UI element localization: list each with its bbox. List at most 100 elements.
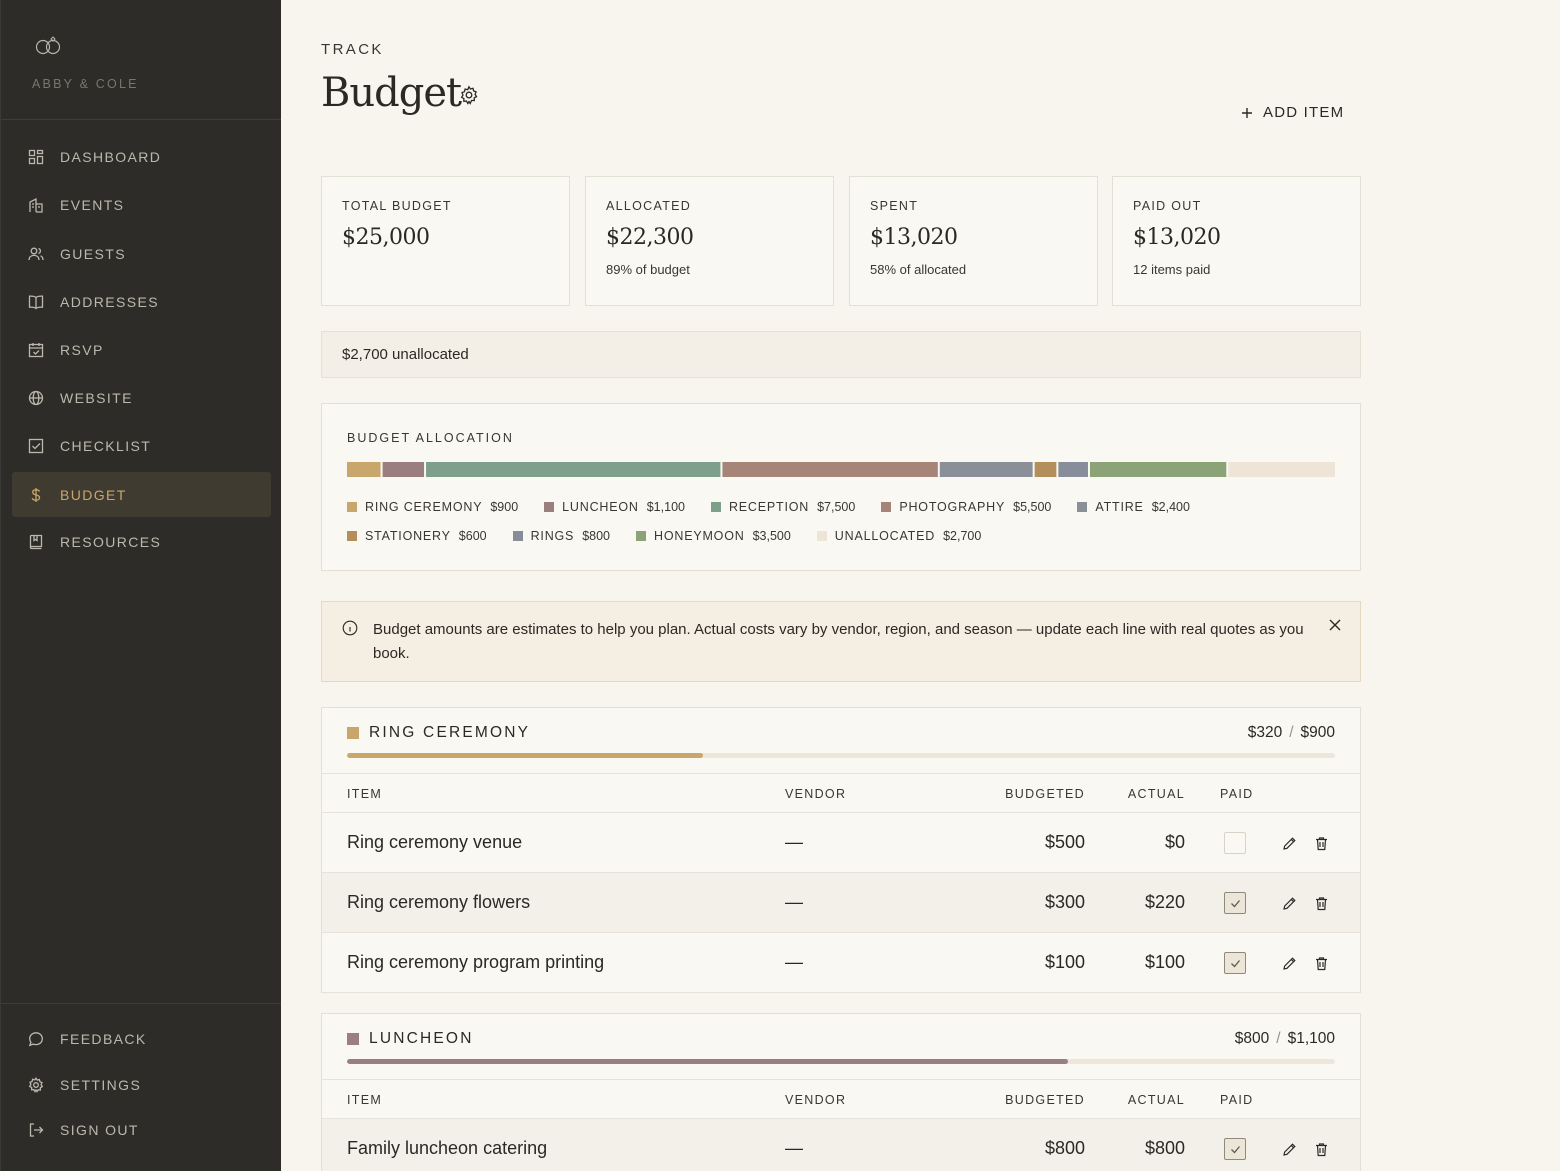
delete-icon[interactable] [1314,895,1329,911]
legend-item: RINGS $800 [512,527,610,544]
item-budgeted: $100 [1044,952,1085,972]
sidebar-item-budget[interactable]: BUDGET [12,472,271,517]
legend-label: PHOTOGRAPHY [899,499,1006,514]
sidebar-item-website[interactable]: WEBSITE [12,375,271,420]
book-icon [28,294,44,310]
dashboard-icon [28,149,44,165]
item-name: Family luncheon catering [347,1138,548,1158]
sidebar-item-addresses[interactable]: ADDRESSES [12,279,271,324]
item-actual: $100 [1144,952,1185,972]
allocation-segment-luncheon [382,462,425,477]
legend-label: RINGS [530,528,575,543]
sidebar-item-checklist[interactable]: CHECKLIST [12,423,271,468]
couple-name: ABBY & COLE [32,77,139,91]
chat-bubble-icon [28,1031,44,1047]
sidebar-item-label: GUESTS [60,245,126,262]
sidebar-item-dashboard[interactable]: DASHBOARD [12,134,271,179]
add-item-label: ADD ITEM [1263,104,1345,121]
item-actual: $800 [1144,1138,1185,1158]
category-header: RING CEREMONY [347,724,530,742]
category-totals: $320 / $900 [1248,724,1335,742]
paid-checkbox[interactable] [1224,832,1246,854]
column-header-actual: ACTUAL [1127,787,1185,801]
sidebar-item-sign-out[interactable]: SIGN OUT [12,1107,271,1152]
column-header-paid: PAID [1220,787,1254,801]
sidebar-item-settings[interactable]: SETTINGS [12,1062,271,1107]
summary-card-paid-out: PAID OUT $13,020 12 items paid [1112,176,1361,306]
legend-swatch [881,501,892,512]
card-value: $22,300 [606,225,694,250]
legend-swatch [636,530,647,541]
sidebar-item-rsvp[interactable]: RSVP [12,327,271,372]
legend-item: RECEPTION $7,500 [710,498,856,515]
column-header-item: ITEM [347,787,383,801]
category-totals: $800 / $1,100 [1235,1030,1335,1048]
legend-label: HONEYMOON [654,528,745,543]
sidebar-item-guests[interactable]: GUESTS [12,231,271,276]
add-item-button[interactable]: ADD ITEM [1241,104,1344,121]
gear-icon[interactable] [459,85,479,105]
globe-icon [28,390,44,406]
allocation-segment-unallocated [1228,462,1335,477]
delete-icon[interactable] [1314,1141,1329,1157]
sidebar-item-label: SETTINGS [60,1076,142,1093]
table-row: Family luncheon catering — $800 $800 [322,1119,1360,1171]
item-name: Ring ceremony program printing [347,952,605,972]
legend-item: RING CEREMONY $900 [347,498,518,515]
allocation-segment-rings [1058,462,1088,477]
legend-amount: $7,500 [817,499,856,514]
budget-category-ring-ceremony: RING CEREMONY $320 / $900 ITEM VENDOR BUDGETED… [321,707,1361,993]
legend-amount: $2,700 [943,528,982,543]
legend-item: ATTIRE $2,400 [1077,498,1190,515]
paid-checkbox[interactable] [1224,892,1246,914]
category-title: LUNCHEON [369,1030,474,1047]
separator: / [1289,724,1294,741]
card-value: $13,020 [1133,225,1221,250]
sidebar-item-label: RSVP [60,341,104,358]
close-icon[interactable] [1328,618,1342,632]
legend-swatch [347,530,357,541]
allocation-segment-ring-ceremony [347,462,381,477]
plus-icon [1242,107,1252,118]
edit-icon[interactable] [1282,955,1297,970]
category-spent: $800 [1234,1030,1270,1047]
legend-swatch [1077,501,1088,512]
card-subtext: 12 items paid [1133,262,1211,277]
table-row: Ring ceremony program printing — $100 $100 [322,933,1360,993]
budget-category-luncheon: LUNCHEON $800 / $1,100 ITEM VENDOR BUDGETED ACT… [321,1013,1361,1171]
sidebar-item-feedback[interactable]: FEEDBACK [12,1016,271,1061]
category-header: LUNCHEON [347,1030,474,1048]
category-swatch [347,1033,359,1045]
unallocated-text: $2,700 unallocated [342,346,469,363]
table-header: ITEM VENDOR BUDGETED ACTUAL PAID [322,1079,1360,1119]
edit-icon[interactable] [1282,895,1297,910]
page-title: Budget [321,70,462,116]
sidebar-item-resources[interactable]: RESOURCES [12,519,271,564]
legend-amount: $1,100 [646,499,685,514]
column-header-actual: ACTUAL [1127,1093,1185,1107]
sidebar-item-events[interactable]: EVENTS [12,182,271,227]
legend-item: STATIONERY $600 [347,527,487,544]
legend-label: STATIONERY [365,528,451,543]
edit-icon[interactable] [1282,1141,1297,1156]
allocation-legend: RING CEREMONY $900 LUNCHEON $1,100 RECEPTION… [347,498,1347,544]
sidebar-divider [1,119,282,120]
legend-amount: $900 [490,499,519,514]
paid-checkbox[interactable] [1224,1138,1246,1160]
bookmark-book-icon [28,534,44,550]
table-row: Ring ceremony venue — $500 $0 [322,813,1360,873]
allocation-segment-photography [722,462,938,477]
card-label: ALLOCATED [606,199,692,213]
delete-icon[interactable] [1314,955,1329,971]
sidebar-item-label: SIGN OUT [60,1121,139,1138]
edit-icon[interactable] [1282,835,1297,850]
paid-checkbox[interactable] [1224,952,1246,974]
legend-swatch [512,530,523,541]
item-budgeted: $500 [1044,832,1085,852]
category-progress-bar [347,1059,1335,1064]
legend-swatch [710,501,721,512]
item-name: Ring ceremony flowers [347,892,531,912]
delete-icon[interactable] [1314,835,1329,851]
item-vendor: — [785,832,803,852]
info-icon [342,620,358,636]
